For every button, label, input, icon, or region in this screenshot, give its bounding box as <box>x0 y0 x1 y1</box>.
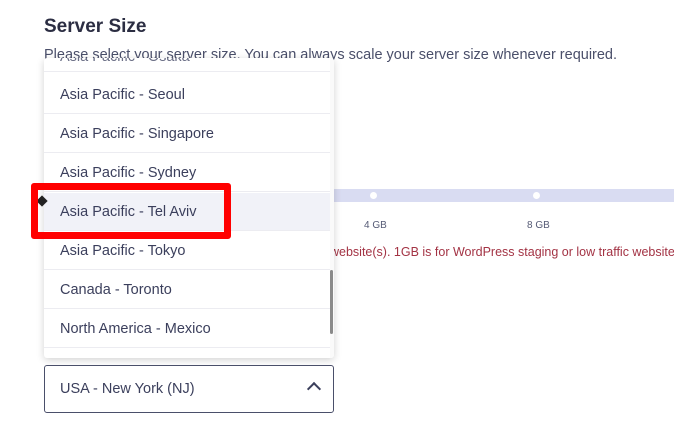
dropdown-option-mexico[interactable]: North America - Mexico <box>44 310 330 348</box>
dropdown-option-singapore[interactable]: Asia Pacific - Singapore <box>44 115 330 153</box>
dropdown-option-tel-aviv[interactable]: Asia Pacific - Tel Aviv <box>44 193 330 231</box>
server-size-panel: Server Size Please select your server si… <box>0 0 674 434</box>
selected-location: USA - New York (NJ) <box>60 381 195 397</box>
dropdown-scrollbar-thumb[interactable] <box>330 270 333 334</box>
section-title: Server Size <box>44 16 147 37</box>
dropdown-option-partial[interactable]: Asia Pacific - Osaka <box>44 58 330 72</box>
dropdown-option-toronto[interactable]: Canada - Toronto <box>44 271 330 309</box>
slider-stop-8gb[interactable] <box>533 192 540 199</box>
tick-label-8gb: 8 GB <box>527 220 550 231</box>
dropdown-option-seoul[interactable]: Asia Pacific - Seoul <box>44 76 330 114</box>
slider-stop-4gb[interactable] <box>370 192 377 199</box>
dropdown-option-tokyo[interactable]: Asia Pacific - Tokyo <box>44 232 330 270</box>
chevron-up-icon <box>306 381 322 397</box>
location-select[interactable]: USA - New York (NJ) <box>44 365 334 413</box>
dropdown-option-sydney[interactable]: Asia Pacific - Sydney <box>44 154 330 192</box>
tick-label-4gb: 4 GB <box>364 220 387 231</box>
server-size-slider[interactable] <box>330 189 674 202</box>
location-dropdown-list[interactable]: Asia Pacific - Osaka Asia Pacific - Seou… <box>44 58 334 358</box>
size-note: website(s). 1GB is for WordPress staging… <box>330 245 674 259</box>
